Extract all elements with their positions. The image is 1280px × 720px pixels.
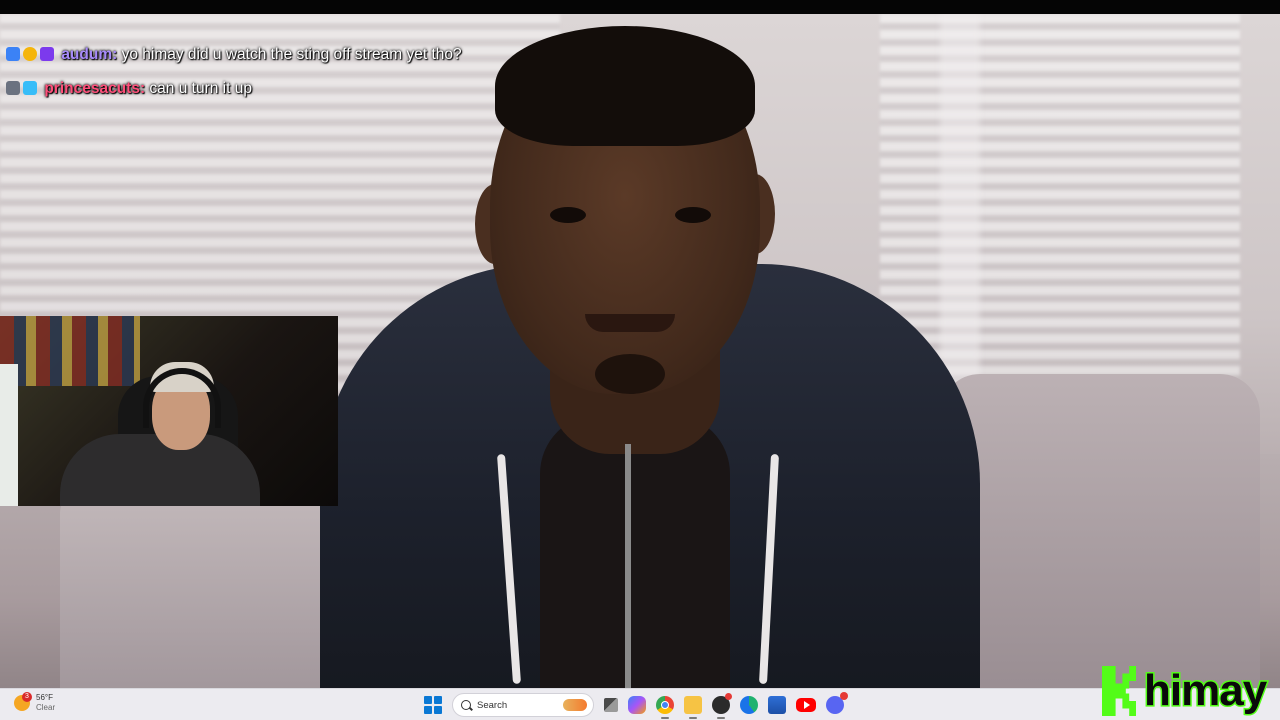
search-highlight-icon	[563, 699, 587, 711]
cube-badge-icon	[23, 81, 37, 95]
goatee	[595, 354, 665, 394]
windows-taskbar: 3 56°F Clear Search	[0, 688, 1280, 720]
task-view-icon[interactable]	[604, 698, 618, 712]
shirt	[540, 414, 730, 688]
taskbar-apps: Search	[424, 692, 848, 719]
start-icon[interactable]	[424, 696, 442, 714]
video-subject	[300, 14, 1000, 688]
file-explorer-icon[interactable]	[684, 696, 702, 719]
weather-alert-badge: 3	[22, 692, 32, 702]
kick-logo-icon	[1102, 666, 1136, 716]
weather-text: 56°F Clear	[36, 693, 55, 713]
moderator-badge-icon	[6, 47, 20, 61]
chat-text: yo himay did u watch the sting off strea…	[117, 46, 462, 63]
channel-name: himay	[1142, 666, 1268, 715]
webcam-overlay	[0, 316, 338, 506]
chat-username[interactable]: audum	[61, 46, 112, 63]
chat-message: princesacuts: can u turn it up	[6, 78, 506, 100]
chat-text: can u turn it up	[145, 80, 252, 97]
subscriber-badge-icon	[23, 47, 37, 61]
edge-icon[interactable]	[740, 696, 758, 714]
eye-right	[675, 207, 711, 223]
webcam-door	[0, 364, 18, 506]
weather-temp: 56°F	[36, 693, 53, 702]
gifter-badge-icon	[40, 47, 54, 61]
letterbox-top	[0, 0, 1280, 14]
copilot-icon[interactable]	[628, 696, 646, 714]
eye-left	[550, 207, 586, 223]
webcam-shelf	[0, 316, 140, 386]
store-icon[interactable]	[768, 696, 786, 714]
vip-badge-icon	[6, 81, 20, 95]
weather-widget[interactable]: 3 56°F Clear	[14, 692, 55, 713]
chat-overlay: audum: yo himay did u watch the sting of…	[6, 44, 506, 112]
chat-username[interactable]: princesacuts	[44, 80, 140, 97]
search-icon	[461, 700, 471, 710]
mouth	[585, 314, 675, 332]
streamer-body	[60, 434, 260, 506]
stream-screen: audum: yo himay did u watch the sting of…	[0, 0, 1280, 720]
chrome-icon[interactable]	[656, 696, 674, 719]
obs-icon[interactable]	[712, 693, 732, 719]
chat-message: audum: yo himay did u watch the sting of…	[6, 44, 506, 66]
taskbar-search[interactable]: Search	[452, 693, 594, 717]
hair	[495, 26, 755, 146]
weather-condition: Clear	[36, 703, 56, 712]
search-placeholder: Search	[477, 699, 508, 711]
youtube-icon[interactable]	[796, 698, 816, 712]
zipper	[625, 444, 631, 688]
channel-logo-overlay: himay	[1102, 666, 1269, 716]
discord-icon[interactable]	[826, 692, 848, 714]
weather-sun-icon: 3	[14, 692, 32, 711]
